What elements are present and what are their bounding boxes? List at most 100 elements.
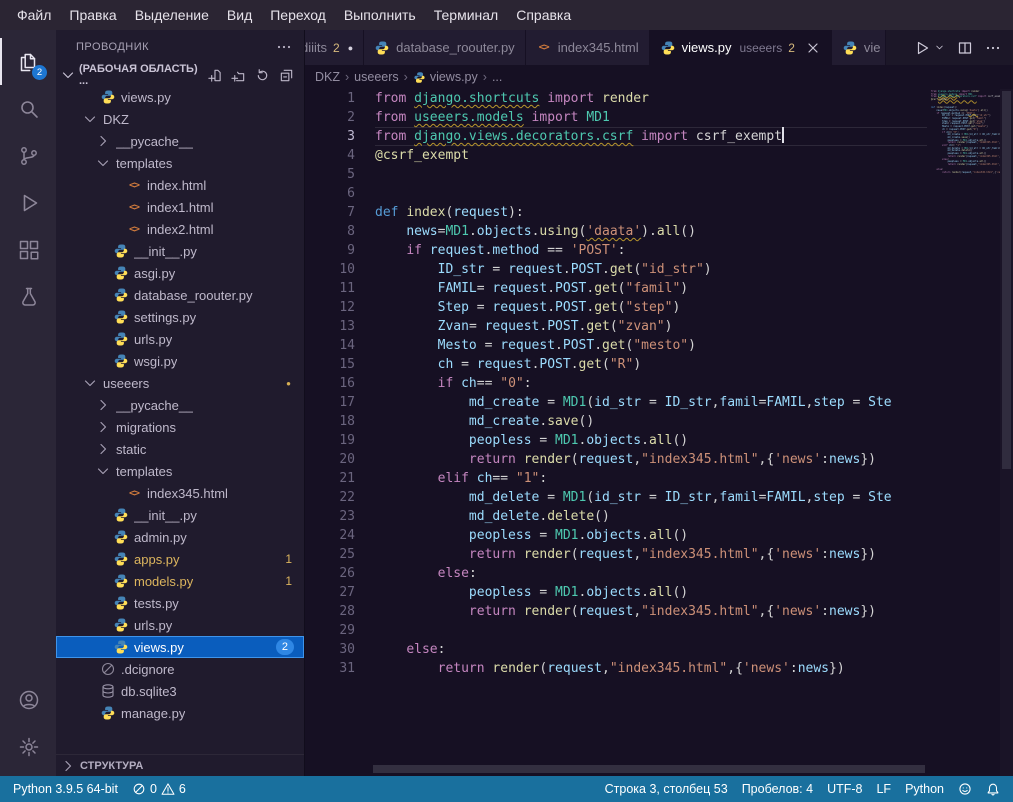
code-line: md_create.save() [375,412,927,431]
outline-section-header[interactable]: СТРУКТУРА [56,754,304,776]
breadcrumb-item-dkz[interactable]: DKZ [315,70,340,84]
tree-item-wsgi-py[interactable]: wsgi.py [56,350,304,372]
tree-item-models-py[interactable]: models.py1 [56,570,304,592]
code-line: else: [375,640,927,659]
horizontal-scrollbar-thumb[interactable] [373,765,925,773]
tree-item-label: DKZ [103,112,129,127]
breadcrumb-label: useeers [354,70,398,84]
status-indentation[interactable]: Пробелов: 4 [735,782,820,796]
run-python-file-icon[interactable] [914,40,930,56]
menu-go[interactable]: Переход [261,3,335,27]
tree-item-asgi-py[interactable]: asgi.py [56,262,304,284]
tree-item-views-py[interactable]: views.py2 [56,636,304,658]
tree-item-templates[interactable]: templates [56,460,304,482]
activity-extensions[interactable] [0,226,56,273]
python-file-icon [100,705,116,721]
status-feedback[interactable] [951,782,979,796]
status-problems[interactable]: 06 [125,782,193,796]
run-options-icon[interactable] [934,42,945,53]
tree-item-migrations[interactable]: migrations [56,416,304,438]
activity-explorer[interactable]: 2 [0,38,56,85]
tree-item-label: .dcignore [121,662,174,677]
tree-item-label: urls.py [134,618,172,633]
status-language-mode[interactable]: Python [898,782,951,796]
activity-run-and-debug[interactable] [0,179,56,226]
status-cursor-position[interactable]: Строка 3, столбец 53 [598,782,735,796]
tree-item-init-py[interactable]: __init__.py [56,240,304,262]
breadcrumb-item-item[interactable]: ... [492,70,502,84]
line-number: 14 [305,336,355,355]
tree-item-label: settings.py [134,310,196,325]
tab-views-py[interactable]: views.pyuseeers2 [650,30,832,65]
tree-item-dcignore[interactable]: .dcignore [56,658,304,680]
status-label: LF [876,782,891,796]
tab-index345-html[interactable]: <>index345.html [526,30,650,65]
tree-item-database-roouter-py[interactable]: database_roouter.py [56,284,304,306]
tree-item-urls-py[interactable]: urls.py [56,328,304,350]
tree-item-templates[interactable]: templates [56,152,304,174]
tab-diiits[interactable]: diiits2● [305,30,364,65]
workspace-section-header[interactable]: (РАБОЧАЯ ОБЛАСТЬ) ... [56,64,304,86]
vertical-scrollbar[interactable] [1000,89,1013,776]
tree-item-init-py[interactable]: __init__.py [56,504,304,526]
activity-search[interactable] [0,85,56,132]
tree-item-pycache[interactable]: __pycache__ [56,394,304,416]
tree-item-label: admin.py [134,530,187,545]
activity-testing[interactable] [0,273,56,320]
activity-settings[interactable] [0,723,56,770]
status-eol[interactable]: LF [869,782,898,796]
line-number: 2 [305,108,355,127]
tree-item-index1-html[interactable]: <>index1.html [56,196,304,218]
new-folder-icon[interactable] [231,68,246,83]
minimap[interactable]: from django.shortcuts import renderfrom … [928,89,1000,776]
menu-view[interactable]: Вид [218,3,261,27]
more-actions-icon[interactable] [276,39,292,55]
activity-source-control[interactable] [0,132,56,179]
more-actions-icon[interactable] [985,40,1001,56]
tree-item-dkz[interactable]: DKZ [56,108,304,130]
activity-accounts[interactable] [0,676,56,723]
tree-item-tests-py[interactable]: tests.py [56,592,304,614]
tree-item-manage-py[interactable]: manage.py [56,702,304,724]
breadcrumb-item-views-py[interactable]: views.py [413,70,478,84]
status-python-interpreter[interactable]: Python 3.9.5 64-bit [6,782,125,796]
menu-selection[interactable]: Выделение [126,3,218,27]
tree-item-label: tests.py [134,596,179,611]
tree-item-apps-py[interactable]: apps.py1 [56,548,304,570]
close-icon[interactable] [805,40,821,56]
tab-vie[interactable]: vie [832,30,886,65]
tree-item-useeers[interactable]: useeers● [56,372,304,394]
tab-database-roouter-py[interactable]: database_roouter.py [364,30,526,65]
new-file-icon[interactable] [207,68,222,83]
menu-terminal[interactable]: Терминал [425,3,507,27]
tree-item-index-html[interactable]: <>index.html [56,174,304,196]
collapse-all-icon[interactable] [279,68,294,83]
python-file-icon [842,40,858,56]
menu-edit[interactable]: Правка [60,3,125,27]
status-encoding[interactable]: UTF-8 [820,782,869,796]
tree-item-admin-py[interactable]: admin.py [56,526,304,548]
tree-item-views-py[interactable]: views.py [56,86,304,108]
line-number: 24 [305,526,355,545]
vertical-scrollbar-thumb[interactable] [1002,91,1011,469]
menu-help[interactable]: Справка [507,3,580,27]
tree-item-label: index2.html [147,222,213,237]
status-notifications[interactable] [979,782,1007,796]
tree-item-urls-py[interactable]: urls.py [56,614,304,636]
breadcrumb-item-useeers[interactable]: useeers [354,70,398,84]
refresh-icon[interactable] [255,68,270,83]
tree-item-label: migrations [116,420,176,435]
tree-item-static[interactable]: static [56,438,304,460]
tree-item-index345-html[interactable]: <>index345.html [56,482,304,504]
tree-item-label: __pycache__ [116,398,193,413]
tree-item-settings-py[interactable]: settings.py [56,306,304,328]
split-editor-icon[interactable] [957,40,973,56]
code-editor[interactable]: 1234567891011121314151617181920212223242… [305,89,1013,776]
code-content[interactable]: from django.shortcuts import renderfrom … [375,89,927,776]
tree-item-db-sqlite3[interactable]: db.sqlite3 [56,680,304,702]
tree-item-index2-html[interactable]: <>index2.html [56,218,304,240]
menu-run[interactable]: Выполнить [335,3,425,27]
line-number: 8 [305,222,355,241]
menu-file[interactable]: Файл [8,3,60,27]
tree-item-pycache[interactable]: __pycache__ [56,130,304,152]
